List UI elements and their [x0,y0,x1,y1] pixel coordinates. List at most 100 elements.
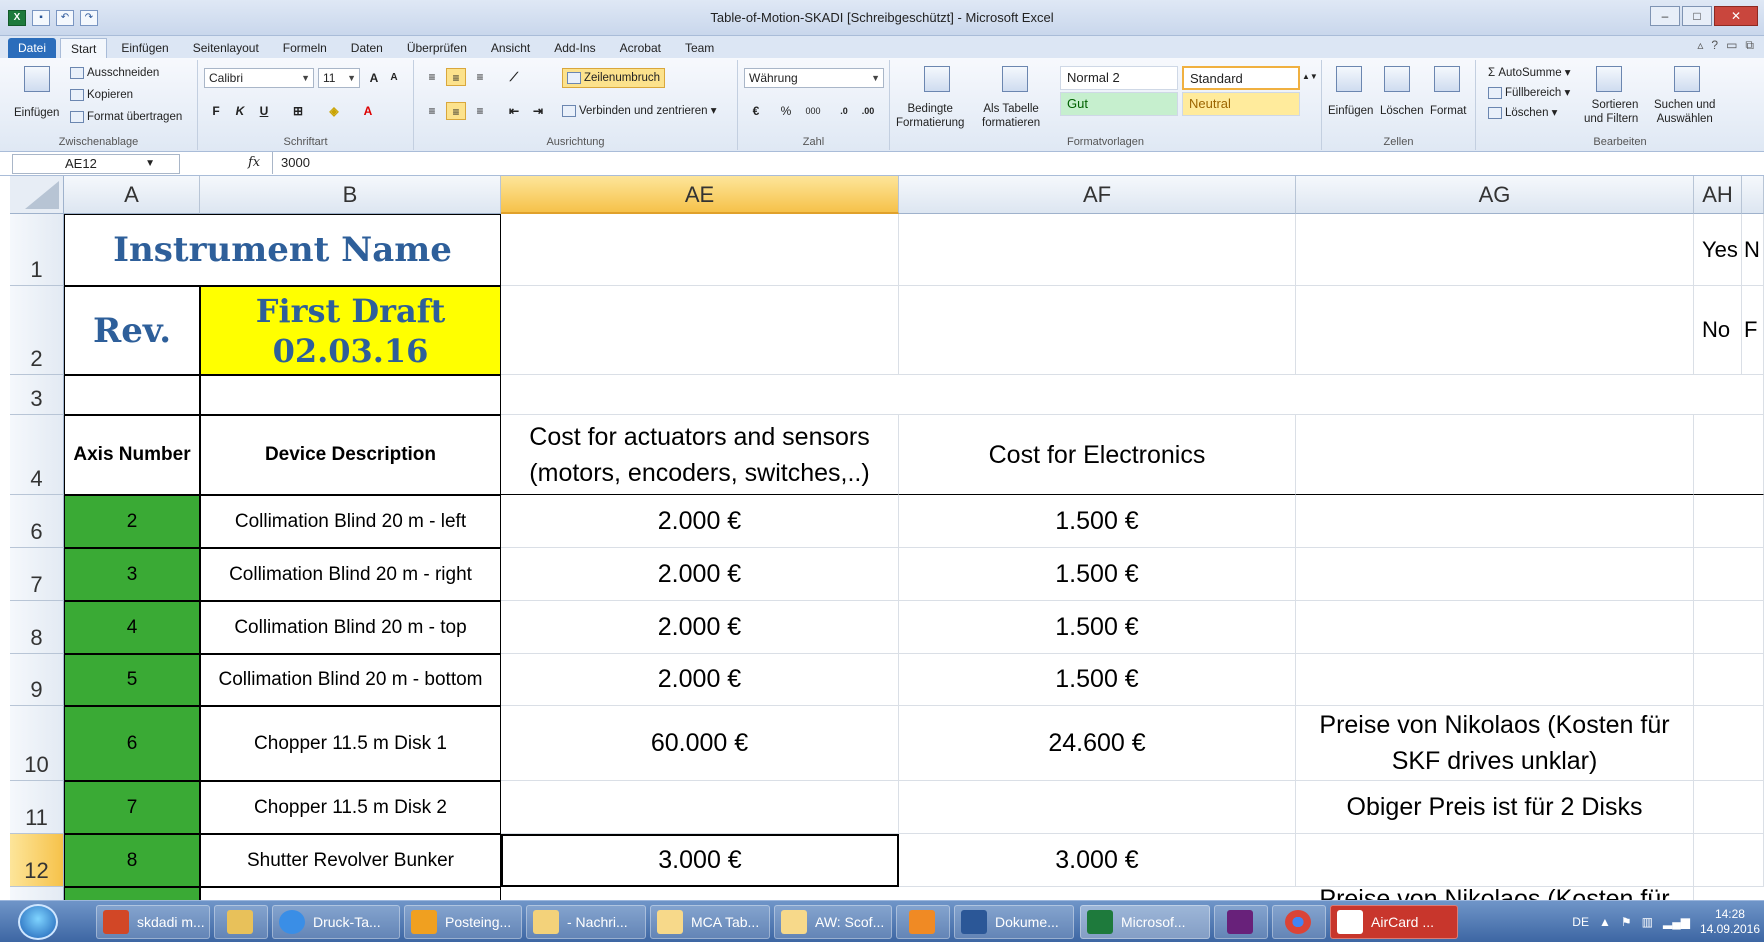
device-cell[interactable]: Collimation Blind 20 m - bottom [200,654,501,706]
row-3-empty[interactable] [501,375,1764,415]
tab-datei[interactable]: Datei [8,38,57,58]
tab-ueberpruefen[interactable]: Überprüfen [397,38,477,58]
electronics-cost-cell[interactable]: 1.500 € [899,601,1296,654]
format-cells-icon[interactable] [1434,66,1460,92]
show-hidden-icons-icon[interactable]: ▲ [1599,915,1611,929]
note-cell-partial[interactable]: Preise von Nikolaos (Kosten für [1296,887,1694,900]
number-format-combo[interactable]: Währung ▼ [744,68,884,88]
axis-cell[interactable]: 2 [64,495,200,548]
select-all-corner[interactable] [10,176,64,214]
row-header-4[interactable]: 4 [10,415,64,495]
bold-button[interactable]: F [206,102,226,120]
align-right-icon[interactable]: ≡ [470,102,490,120]
decrease-decimal-icon[interactable]: .00 [858,102,878,120]
tab-team[interactable]: Team [675,38,724,58]
font-color-icon[interactable]: A [358,102,378,120]
spreadsheet-grid[interactable]: A B AE AF AG AH 1 2 3 4 6 7 8 9 10 11 12… [0,176,1764,900]
conditional-format-icon[interactable] [924,66,950,92]
align-left-icon[interactable]: ≡ [422,102,442,120]
tab-acrobat[interactable]: Acrobat [610,38,671,58]
device-cell[interactable]: Chopper 11.5 m Disk 2 [200,781,501,834]
fill-color-icon[interactable]: ◈ [324,102,344,120]
cut-button[interactable]: Ausschneiden [70,66,159,80]
increase-decimal-icon[interactable]: .0 [834,102,854,120]
taskbar-message[interactable]: - Nachri... [526,905,646,939]
rev-value-cell[interactable]: First Draft 02.03.16 [200,286,501,375]
cell-a3[interactable] [64,375,200,415]
taskbar-outlook[interactable]: Posteing... [404,905,522,939]
row-header-3[interactable]: 3 [10,375,64,415]
column-header-ai[interactable] [1742,176,1764,214]
clock[interactable]: 14:28 14.09.2016 [1700,907,1760,937]
close-button[interactable]: ✕ [1714,6,1758,26]
cell-ah[interactable] [1694,781,1764,834]
axis-cell[interactable]: 3 [64,548,200,601]
column-header-ah[interactable]: AH [1694,176,1742,214]
cell-ah[interactable] [1694,834,1764,887]
cell-ah4[interactable] [1694,415,1764,495]
actuator-cost-cell[interactable]: 60.000 € [501,706,899,781]
tab-daten[interactable]: Daten [341,38,393,58]
grow-font-icon[interactable]: A [364,69,384,87]
format-painter-button[interactable]: Format übertragen [70,110,182,124]
taskbar-media[interactable] [896,905,950,939]
action-center-flag-icon[interactable]: ⚑ [1621,915,1632,929]
orientation-icon[interactable]: ⟋ [504,68,524,86]
align-bottom-icon[interactable]: ≡ [470,68,490,86]
delete-cells-button[interactable]: Löschen [1380,104,1423,118]
delete-cells-icon[interactable] [1384,66,1410,92]
sort-filter-icon[interactable] [1596,66,1622,92]
device-cell[interactable]: Collimation Blind 20 m - left [200,495,501,548]
styles-scroll-icon[interactable]: ▲▼ [1302,68,1318,86]
electronics-cost-cell[interactable]: 1.500 € [899,654,1296,706]
find-select-button[interactable]: Suchen und Auswählen [1654,98,1715,126]
actuator-cost-cell[interactable]: 2.000 € [501,495,899,548]
align-middle-icon[interactable]: ≡ [446,68,466,86]
note-cell[interactable] [1296,834,1694,887]
axis-cell[interactable]: 4 [64,601,200,654]
taskbar-visual-studio[interactable] [1214,905,1268,939]
signal-icon[interactable]: ▂▄▆ [1663,915,1690,929]
note-cell[interactable] [1296,601,1694,654]
device-cell[interactable]: Chopper 11.5 m Disk 1 [200,706,501,781]
border-icon[interactable]: ⊞ [288,102,308,120]
column-header-b[interactable]: B [200,176,501,214]
copy-button[interactable]: Kopieren [70,88,133,102]
style-standard[interactable]: Standard [1182,66,1300,90]
cell-ah[interactable] [1694,706,1764,781]
axis-cell[interactable]: 8 [64,834,200,887]
tab-ansicht[interactable]: Ansicht [481,38,540,58]
column-header-ag[interactable]: AG [1296,176,1694,214]
merge-center-button[interactable]: Verbinden und zentrieren ▾ [562,104,716,118]
cell-ag2[interactable] [1296,286,1694,375]
cell-ae2[interactable] [501,286,899,375]
electronics-cost-cell[interactable] [899,781,1296,834]
format-cells-button[interactable]: Format [1430,104,1466,118]
taskbar-chrome[interactable] [1272,905,1326,939]
format-as-table-button[interactable]: Als Tabelle formatieren [982,102,1040,130]
language-indicator[interactable]: DE [1572,915,1589,929]
maximize-button[interactable]: □ [1682,6,1712,26]
note-cell[interactable]: Preise von Nikolaos (Kosten für SKF driv… [1296,706,1694,781]
note-cell[interactable] [1296,495,1694,548]
row-header-9[interactable]: 9 [10,654,64,706]
instrument-name-cell[interactable]: Instrument Name [64,214,501,286]
insert-cells-icon[interactable] [1336,66,1362,92]
actuator-cost-cell[interactable]: 2.000 € [501,654,899,706]
wrap-text-button[interactable]: Zeilenumbruch [562,68,666,88]
restore-workbook-icon[interactable]: ⧉ [1745,38,1754,53]
style-normal2[interactable]: Normal 2 [1060,66,1178,90]
function-icon[interactable]: fx [248,155,260,170]
shrink-font-icon[interactable]: A [384,69,404,87]
row-header-8[interactable]: 8 [10,601,64,654]
device-cell[interactable]: Collimation Blind 20 m - right [200,548,501,601]
fill-button[interactable]: Füllbereich ▾ [1488,86,1570,100]
actuator-cost-header[interactable]: Cost for actuators and sensors (motors, … [501,415,899,495]
electronics-cost-cell[interactable]: 1.500 € [899,495,1296,548]
currency-icon[interactable]: € [746,102,766,120]
cell-ai2[interactable]: F [1742,286,1764,375]
note-cell[interactable] [1296,654,1694,706]
insert-cells-button[interactable]: Einfügen [1328,104,1373,118]
taskbar-explorer[interactable] [214,905,268,939]
row-header-2[interactable]: 2 [10,286,64,375]
